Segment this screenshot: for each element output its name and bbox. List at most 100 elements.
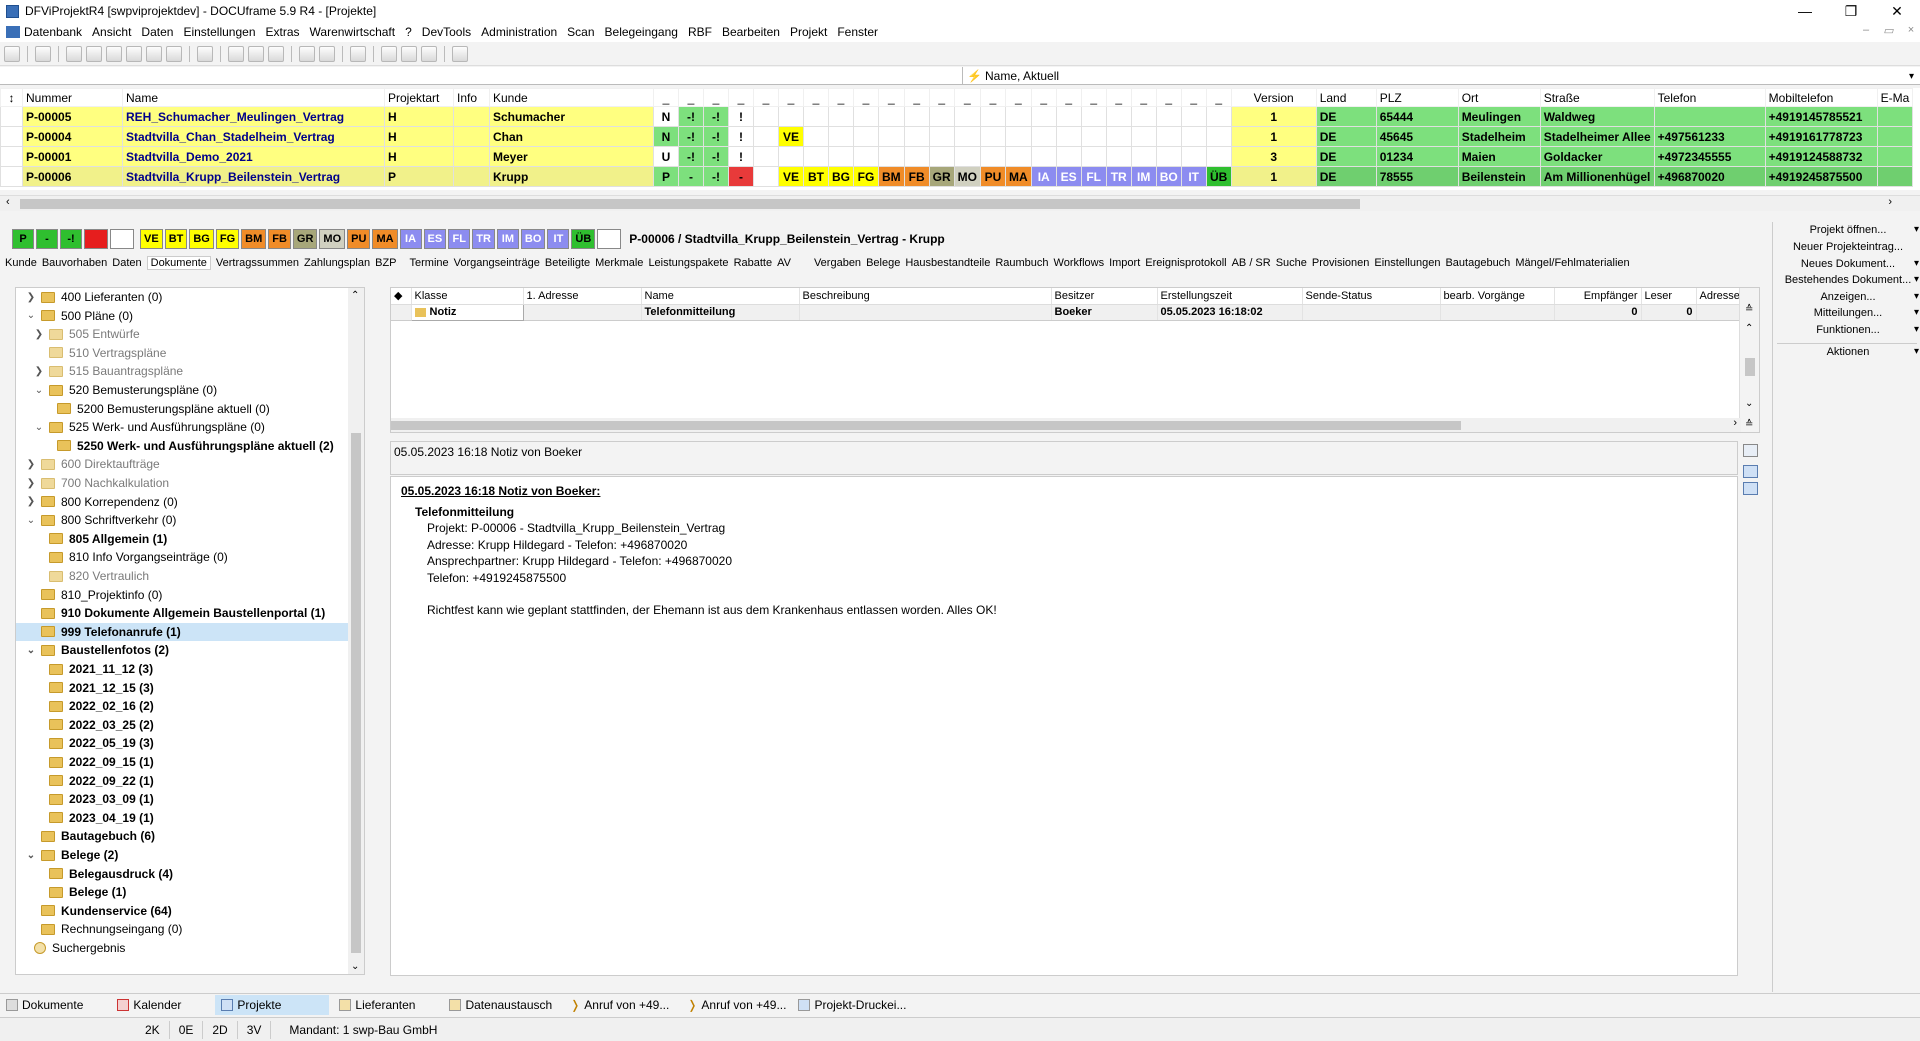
menu-rbf[interactable]: RBF <box>688 25 712 39</box>
tree-item[interactable]: 910 Dokumente Allgemein Baustellenportal… <box>41 604 325 622</box>
mdi-restore-icon[interactable]: ▭ <box>1883 24 1893 37</box>
table-row[interactable]: P-00004 Stadtvilla_Chan_Stadelheim_Vertr… <box>0 126 1914 147</box>
col-besitzer[interactable]: Besitzer <box>1051 288 1158 305</box>
col-adresse[interactable]: 1. Adresse <box>523 288 642 305</box>
col-empfaenger[interactable]: Empfänger <box>1554 288 1642 305</box>
menu-help[interactable]: ? <box>405 25 412 39</box>
toolbar-new-doc-icon[interactable] <box>228 45 244 62</box>
col-version[interactable]: Version <box>1230 88 1317 107</box>
tab-lieferanten[interactable]: Lieferanten <box>333 995 421 1015</box>
tab-daten[interactable]: Daten <box>112 257 141 269</box>
tree-item[interactable]: 805 Allgemein (1) <box>49 530 167 548</box>
chevron-down-icon[interactable]: ▾ <box>1909 71 1914 82</box>
chevron-right-icon[interactable]: ❯ <box>26 496 36 507</box>
tab-import[interactable]: Import <box>1109 257 1140 269</box>
menu-fenster[interactable]: Fenster <box>837 25 878 39</box>
projekt-oeffnen-button[interactable]: Projekt öffnen... <box>1777 224 1919 240</box>
minimize-icon[interactable]: — <box>1782 0 1828 22</box>
tab-kalender[interactable]: Kalender <box>111 995 187 1015</box>
col-kunde[interactable]: Kunde <box>489 88 654 107</box>
tree-item[interactable]: 2022_05_19 (3) <box>49 734 154 752</box>
tree-item[interactable]: ⌄ Belege (2) <box>26 846 119 864</box>
tree-item[interactable]: 2023_04_19 (1) <box>49 809 154 827</box>
tree-item[interactable]: ⌄ 520 Bemusterungspläne (0) <box>34 381 217 399</box>
tab-anruf-2[interactable]: ❭ Anruf von +49... <box>681 995 792 1015</box>
tab-projekt-druck[interactable]: Projekt-Druckei... <box>792 995 912 1015</box>
tab-vertragssummen[interactable]: Vertragssummen <box>216 257 299 269</box>
tree-item[interactable]: Suchergebnis <box>34 939 125 957</box>
scroll-thumb[interactable] <box>20 199 1360 209</box>
maximize-icon[interactable]: ❐ <box>1828 0 1874 22</box>
tab-belege[interactable]: Belege <box>866 257 900 269</box>
tab-termine[interactable]: Termine <box>410 257 449 269</box>
doc-vertical-scrollbar[interactable]: ≙ ⌃ ⌄ ≙ <box>1739 288 1759 432</box>
toolbar-find-icon[interactable] <box>319 45 335 62</box>
tree-item[interactable]: Rechnungseingang (0) <box>41 920 182 938</box>
toolbar-view-icon[interactable] <box>350 45 366 62</box>
scroll-left-icon[interactable]: ‹ <box>6 196 10 208</box>
scroll-bottom-icon[interactable]: ≙ <box>1745 419 1753 430</box>
col-adresse2[interactable]: Adresse <box>1696 288 1744 305</box>
tree-item[interactable]: 5250 Werk- und Ausführungspläne aktuell … <box>57 437 334 455</box>
mdi-close-icon[interactable]: × <box>1908 24 1914 37</box>
tab-dokumente[interactable]: Dokumente <box>146 256 211 270</box>
chevron-down-icon[interactable]: ⌄ <box>26 515 36 526</box>
col-email[interactable]: E-Ma <box>1876 88 1914 107</box>
col-telefon[interactable]: Telefon <box>1653 88 1766 107</box>
tree-item[interactable]: ❯ 700 Nachkalkulation <box>26 474 169 492</box>
chevron-right-icon[interactable]: ❯ <box>26 478 36 489</box>
grid-horizontal-scrollbar[interactable]: ‹ › <box>0 195 1920 211</box>
tab-suche[interactable]: Suche <box>1276 257 1307 269</box>
tab-workflows[interactable]: Workflows <box>1054 257 1105 269</box>
toolbar-folder-icon[interactable] <box>248 45 264 62</box>
tree-vertical-scrollbar[interactable]: ⌃ ⌄ <box>348 288 364 974</box>
tab-vergaben[interactable]: Vergaben <box>814 257 861 269</box>
mitteilungen-button[interactable]: Mitteilungen... <box>1777 307 1919 323</box>
tree-item[interactable]: 5200 Bemusterungspläne aktuell (0) <box>57 400 270 418</box>
col-sende-status[interactable]: Sende-Status <box>1302 288 1441 305</box>
col-nummer[interactable]: Nummer <box>22 88 123 107</box>
toolbar-phone-icon[interactable] <box>197 45 213 62</box>
tab-dokumente[interactable]: Dokumente <box>0 995 89 1015</box>
chevron-down-icon[interactable]: ⌄ <box>26 850 36 861</box>
scroll-thumb[interactable] <box>351 433 361 953</box>
tree-item[interactable]: 820 Vertraulich <box>49 567 149 585</box>
scroll-down-icon[interactable]: ⌄ <box>351 961 359 972</box>
tab-bautagebuch[interactable]: Bautagebuch <box>1445 257 1510 269</box>
tab-leistungspakete[interactable]: Leistungspakete <box>648 257 728 269</box>
tree-item[interactable]: ❯ 800 Korrependenz (0) <box>26 493 178 511</box>
tree-item[interactable]: ⌄ 525 Werk- und Ausführungspläne (0) <box>34 418 265 436</box>
menu-extras[interactable]: Extras <box>266 25 300 39</box>
tree-item[interactable]: ⌄ 500 Pläne (0) <box>26 307 133 325</box>
table-row[interactable]: Notiz Telefonmitteilung Boeker 05.05.202… <box>391 303 1744 321</box>
tree-item[interactable]: ❯ 600 Direktaufträge <box>26 455 160 473</box>
tab-kunde[interactable]: Kunde <box>5 257 37 269</box>
tab-beteiligte[interactable]: Beteiligte <box>545 257 590 269</box>
tab-hausbestandteile[interactable]: Hausbestandteile <box>905 257 990 269</box>
menu-bearbeiten[interactable]: Bearbeiten <box>722 25 780 39</box>
toolbar-pointer-icon[interactable] <box>381 45 397 62</box>
menu-scan[interactable]: Scan <box>567 25 594 39</box>
sort-arrows-icon[interactable]: ↕ <box>0 88 23 107</box>
scroll-right-icon[interactable]: › <box>1733 417 1737 429</box>
tab-einstellungen[interactable]: Einstellungen <box>1374 257 1440 269</box>
tab-datenaustausch[interactable]: Datenaustausch <box>443 995 558 1015</box>
neuer-projekteintrag-button[interactable]: Neuer Projekteintrag... <box>1777 241 1919 257</box>
col-land[interactable]: Land <box>1315 88 1377 107</box>
chevron-down-icon[interactable]: ⌄ <box>26 645 36 656</box>
col-leser[interactable]: Leser <box>1641 288 1697 305</box>
col-projektart[interactable]: Projektart <box>384 88 454 107</box>
tab-av[interactable]: AV <box>777 257 791 269</box>
tab-zahlungsplan[interactable]: Zahlungsplan <box>304 257 370 269</box>
chevron-right-icon[interactable]: ❯ <box>34 329 44 340</box>
tree-item[interactable]: 2022_09_22 (1) <box>49 772 154 790</box>
tree-item[interactable]: 2023_03_09 (1) <box>49 790 154 808</box>
anzeigen-button[interactable]: Anzeigen... <box>1777 291 1919 307</box>
tree-item[interactable]: 2021_11_12 (3) <box>49 660 153 678</box>
col-strasse[interactable]: Straße <box>1539 88 1655 107</box>
neues-dokument-button[interactable]: Neues Dokument... <box>1777 258 1919 274</box>
tab-maengel[interactable]: Mängel/Fehlmaterialien <box>1515 257 1629 269</box>
aktionen-button[interactable]: Aktionen <box>1777 346 1919 362</box>
chevron-down-icon[interactable]: ⌄ <box>34 385 44 396</box>
tab-bzp[interactable]: BZP <box>375 257 396 269</box>
